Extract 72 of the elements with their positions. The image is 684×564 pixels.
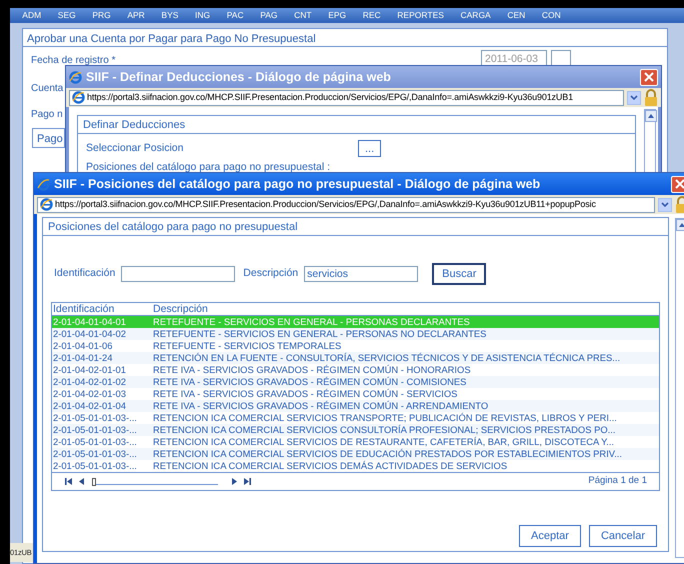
table-row[interactable]: 2-01-04-02-01-02 RETE IVA - SERVICIOS GRAVADOS - RÉGIMEN COMÚN - COMISIONES [52,376,659,388]
field-label: Fecha de registro * [31,54,116,68]
arrow-up-icon [679,223,684,227]
window-title: SIIF - Definar Deducciones - Diálogo de página web [86,68,391,86]
menu-item[interactable]: EPG [320,8,354,23]
menu-item[interactable]: SEG [49,8,84,23]
close-icon [675,179,684,189]
browser-icon [40,198,53,211]
menu-item[interactable]: REC [354,8,389,23]
field-label: Seleccionar Posicion [86,140,184,156]
menu-item[interactable]: CARGA [452,8,500,23]
arrow-up-icon [648,114,654,118]
address-field[interactable]: https://portal3.siifnacion.gov.co/MHCP.SIIF.Presentacion.Produccion/Servicios/EPG/,DanaInfo=.amiAswkkzi9-Kyu36u901zUB11+popupPosic [37,196,655,212]
dropdown-button[interactable] [658,198,672,212]
browser-icon [72,91,85,104]
menu-item[interactable]: PAC [218,8,252,23]
field-label: Identificación [54,266,116,282]
table-row[interactable]: 2-01-04-01-24 RETENCIÓN EN LA FUENTE - CONSULTORÍA, SERVICIOS TÉCNICOS Y DE ASISTENCIA TÉCNICA PRES... [52,352,659,364]
menu-item[interactable]: PRG [84,8,120,23]
tab[interactable]: Pago [32,128,65,148]
caret-icon [630,94,638,100]
browser-icon [37,178,50,190]
close-button[interactable] [640,68,658,86]
dialog-button[interactable]: Aceptar [519,525,581,547]
first-page-icon[interactable] [64,477,73,486]
lock-icon [644,89,658,106]
panel-title: Posiciones del catálogo para pago no presupuestal [43,218,668,236]
search-field[interactable] [121,266,236,282]
field-label: Posiciones del catálogo para pago no presupuestal : [85,160,332,175]
menu-item[interactable]: APR [119,8,154,23]
menu-item[interactable]: ING [186,8,218,23]
search-button[interactable]: Buscar [432,263,486,285]
field-label: Descripción [243,266,298,282]
address-field[interactable]: https://portal3.siifnacion.gov.co/MHCP.SIIF.Presentacion.Produccion/Servicios/EPG/,DanaInfo=.amiAswkkzi9-Kyu36u901zUB1 [69,90,624,106]
page-title: Aprobar una Cuenta por Pagar para Pago No Presupuestal [23,29,667,47]
close-button[interactable] [671,176,684,192]
table-row[interactable]: 2-01-04-02-01-04 RETE IVA - SERVICIOS GRAVADOS - RÉGIMEN COMÚN - ARRENDAMIENTO [52,400,659,412]
previous-page-icon[interactable] [77,477,86,486]
table-row[interactable]: 2-01-05-01-01-03-... RETENCION ICA COMERCIAL SERVICIOS CONSULTORÍA PROFESIONAL; SERVICIOS PRESTADOS PO... [52,424,659,436]
window-title: SIIF - Posiciones del catálogo para pago no presupuestal - Diálogo de página web [54,176,540,193]
menu-item[interactable]: REPORTES [389,8,452,23]
menu-item[interactable]: ADM [14,8,50,23]
menu-item[interactable]: CON [534,8,570,23]
menu-item[interactable]: CNT [286,8,320,23]
column-header: Descripción [153,303,208,315]
column-header: Identificación [52,303,116,315]
table-row[interactable]: 2-01-04-01-04-02 RETEFUENTE - SERVICIOS EN GENERAL - PERSONAS NO DECLARANTES [52,328,659,340]
menu-item[interactable]: CEN [499,8,534,23]
page-slider[interactable] [92,478,218,484]
close-icon [644,72,654,82]
page-indicator: Página 1 de 1 [588,474,647,488]
last-page-icon[interactable] [243,477,252,486]
panel-title: Definar Deducciones [78,116,635,134]
menu-item[interactable]: BYS [153,8,187,23]
field-label: Cuenta [31,82,64,96]
menu-item[interactable]: PAG [252,8,286,23]
next-page-icon[interactable] [230,477,239,486]
table-row[interactable]: 2-01-05-01-01-03-... RETENCION ICA COMERCIAL SERVICIOS TRANSPORTE; PUBLICACIÓN DE REVISTAS, LIBROS Y PERI... [52,412,659,424]
table-row[interactable]: 2-01-05-01-01-03-... RETENCION ICA COMERCIAL SERVICIOS DEMÁS ACTIVIDADES DE SERVICIOS [52,460,659,472]
table-row[interactable]: 2-01-04-02-01-03 RETE IVA - SERVICIOS GRAVADOS - RÉGIMEN COMÚN - SERVICIOS [52,388,659,400]
dropdown-button[interactable] [627,90,641,104]
browser-icon [69,70,82,84]
table-row[interactable]: 2-01-05-01-01-03-... RETENCION ICA COMERCIAL SERVICIOS DE RESTAURANTE, CAFETERÍA, BAR, GRILL, DISCOTECA Y... [52,436,659,448]
table-row[interactable]: 2-01-04-02-01-01 RETE IVA - SERVICIOS GRAVADOS - RÉGIMEN COMÚN - HONORARIOS [52,364,659,376]
search-field[interactable]: servicios [304,266,418,282]
dialog-button[interactable]: Cancelar [588,525,657,547]
table-row[interactable]: 2-01-05-01-01-03-... RETENCION ICA COMERCIAL SERVICIOS DE EDUCACIÓN PRESTADOS POR ESTABLECIMIENTOS PRIV... [52,448,659,460]
caret-icon [661,202,669,208]
scroll-up-button[interactable] [645,110,657,122]
table-row[interactable]: 2-01-04-01-06 RETEFUENTE - SERVICIOS TEMPORALES [52,340,659,352]
field-label: Pago n [31,108,63,122]
browse-button[interactable]: ... [358,140,382,157]
